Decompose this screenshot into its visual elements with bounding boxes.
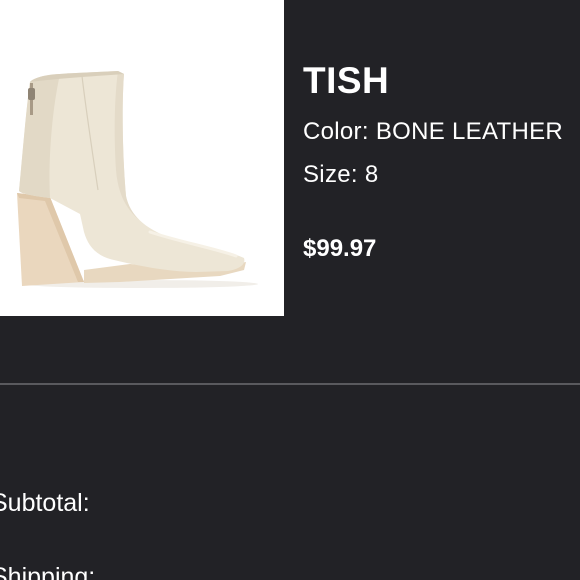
product-name[interactable]: TISH xyxy=(303,58,580,104)
product-size: Size: 8 xyxy=(303,160,580,190)
shipping-label: Shipping: xyxy=(0,563,96,580)
product-details: TISH Color: BONE LEATHER Size: 8 $99.97 xyxy=(303,58,580,264)
color-value: BONE LEATHER xyxy=(375,118,564,145)
size-label: Size: xyxy=(303,161,358,188)
section-divider xyxy=(0,383,580,385)
product-color: Color: BONE LEATHER xyxy=(303,117,580,147)
product-image[interactable] xyxy=(0,0,284,316)
product-price: $99.97 xyxy=(303,235,377,262)
cart-page: TISH Color: BONE LEATHER Size: 8 $99.97 Su… xyxy=(0,0,580,580)
size-value: 8 xyxy=(364,161,379,188)
ankle-boot-icon xyxy=(17,71,258,288)
color-label: Color: xyxy=(303,118,369,145)
subtotal-label: Subtotal: xyxy=(0,489,90,517)
